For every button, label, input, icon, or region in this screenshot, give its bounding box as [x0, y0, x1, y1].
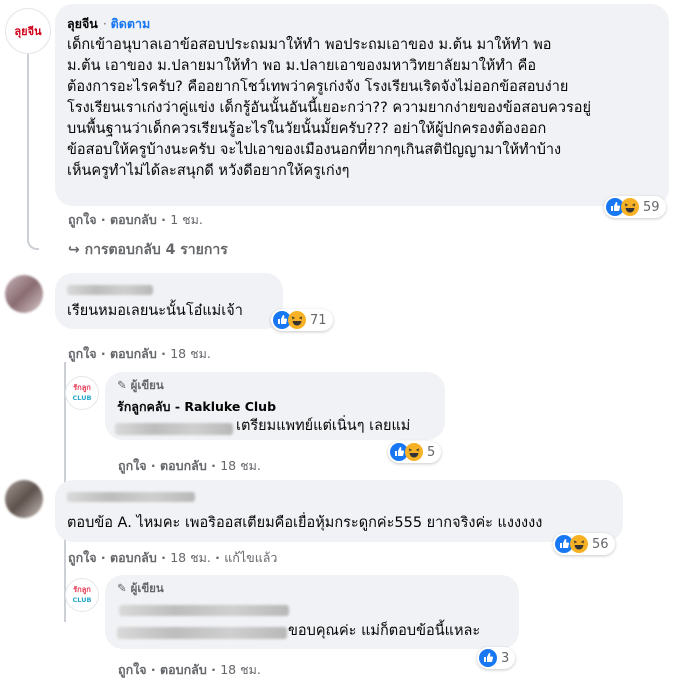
- thread-line: [27, 48, 39, 250]
- separator-dot: ·: [102, 17, 111, 31]
- comment-text: เรียนหมอเลยนะนั้นโอ๋แม่เจ้า: [67, 303, 243, 319]
- reaction-summary[interactable]: 59: [604, 196, 666, 218]
- reaction-summary[interactable]: 5: [388, 441, 442, 463]
- like-button[interactable]: ถูกใจ: [68, 212, 97, 227]
- avatar[interactable]: [5, 480, 43, 518]
- pencil-icon: ✎: [117, 581, 127, 595]
- comment-actions: ถูกใจ · ตอบกลับ · 18 ชม.: [68, 346, 211, 361]
- rakluke-logo-text: รักลูก: [73, 585, 91, 594]
- edited-label: แก้ไขแล้ว: [224, 550, 278, 565]
- like-button[interactable]: ถูกใจ: [118, 662, 147, 677]
- haha-icon: [621, 198, 639, 216]
- haha-icon: [288, 311, 306, 329]
- comment-actions: ถูกใจ · ตอบกลับ · 18 ชม. · แก้ไขแล้ว: [68, 550, 278, 565]
- timestamp[interactable]: 18 ชม.: [170, 550, 211, 565]
- rakluke-logo-text: รักลูก: [73, 383, 91, 392]
- comment-author[interactable]: [67, 285, 153, 295]
- like-button[interactable]: ถูกใจ: [118, 458, 147, 473]
- follow-button[interactable]: ติดตาม: [111, 16, 151, 31]
- avatar[interactable]: [5, 275, 43, 313]
- rakluke-logo-club: CLUB: [72, 596, 92, 604]
- comment-bubble: เรียนหมอเลยนะนั้นโอ๋แม่เจ้า: [55, 273, 283, 329]
- reaction-summary[interactable]: 56: [553, 533, 615, 555]
- reply-author[interactable]: [119, 605, 289, 616]
- reply-text: เตรียมแพทย์แต่เนิ่นๆ เลยแม่: [236, 418, 411, 434]
- reply-arrow-icon: ↪: [68, 242, 80, 258]
- rakluke-logo-club: CLUB: [72, 394, 92, 402]
- avatar[interactable]: ลุยจีน: [5, 8, 51, 54]
- reaction-summary[interactable]: 3: [477, 647, 516, 669]
- reply-bubble: ✎ ผู้เขียน ขอบคุณค่ะ แม่ก็ตอบข้อนี้แหละ: [105, 575, 519, 649]
- reaction-count: 71: [310, 312, 327, 328]
- avatar[interactable]: รักลูก CLUB: [65, 578, 99, 612]
- haha-icon: [570, 535, 588, 553]
- reply-button[interactable]: ตอบกลับ: [160, 458, 207, 473]
- reaction-count: 5: [427, 444, 436, 460]
- reply-button[interactable]: ตอบกลับ: [110, 550, 157, 565]
- reaction-count: 3: [501, 650, 510, 666]
- comment-author[interactable]: ลุยจีน: [67, 16, 98, 31]
- comment-text: เด็กเข้าอนุบาลเอาข้อสอบประถมมาให้ทำ พอปร…: [67, 37, 591, 179]
- comment-bubble: ตอบข้อ A. ไหมคะ เพอริออสเตียมคือเยื่อหุ้…: [55, 480, 623, 542]
- reaction-summary[interactable]: 71: [271, 309, 333, 331]
- mentioned-user[interactable]: [115, 423, 233, 435]
- comment-actions: ถูกใจ · ตอบกลับ · 1 ชม.: [68, 212, 203, 227]
- reply-text: ขอบคุณค่ะ แม่ก็ตอบข้อนี้แหละ: [288, 623, 481, 639]
- reaction-count: 59: [643, 199, 660, 215]
- reply-author[interactable]: รักลูกคลับ - Rakluke Club: [117, 397, 276, 417]
- timestamp[interactable]: 18 ชม.: [220, 458, 261, 473]
- like-button[interactable]: ถูกใจ: [68, 346, 97, 361]
- author-badge: ผู้เขียน: [130, 581, 164, 595]
- reply-bubble: ✎ ผู้เขียน รักลูกคลับ - Rakluke Club เตร…: [105, 372, 445, 440]
- comment-bubble: ลุยจีน · ติดตาม เด็กเข้าอนุบาลเอาข้อสอบป…: [55, 4, 669, 206]
- like-icon: [479, 649, 497, 667]
- timestamp[interactable]: 18 ชม.: [220, 662, 261, 677]
- reaction-count: 56: [592, 536, 609, 552]
- reply-button[interactable]: ตอบกลับ: [110, 346, 157, 361]
- avatar[interactable]: รักลูก CLUB: [65, 376, 99, 410]
- timestamp[interactable]: 18 ชม.: [170, 346, 211, 361]
- avatar-logo-text: ลุยจีน: [14, 25, 42, 38]
- reply-button[interactable]: ตอบกลับ: [110, 212, 157, 227]
- mentioned-user[interactable]: [117, 627, 287, 639]
- pencil-icon: ✎: [117, 378, 127, 392]
- comment-text: ตอบข้อ A. ไหมคะ เพอริออสเตียมคือเยื่อหุ้…: [67, 515, 543, 531]
- view-replies-link[interactable]: ↪ การตอบกลับ 4 รายการ: [68, 239, 228, 261]
- author-badge: ผู้เขียน: [130, 378, 164, 392]
- haha-icon: [405, 443, 423, 461]
- like-button[interactable]: ถูกใจ: [68, 550, 97, 565]
- reply-actions: ถูกใจ · ตอบกลับ · 18 ชม.: [118, 662, 261, 677]
- timestamp[interactable]: 1 ชม.: [170, 212, 203, 227]
- comment-author[interactable]: [67, 492, 195, 502]
- reply-actions: ถูกใจ · ตอบกลับ · 18 ชม.: [118, 458, 261, 473]
- reply-button[interactable]: ตอบกลับ: [160, 662, 207, 677]
